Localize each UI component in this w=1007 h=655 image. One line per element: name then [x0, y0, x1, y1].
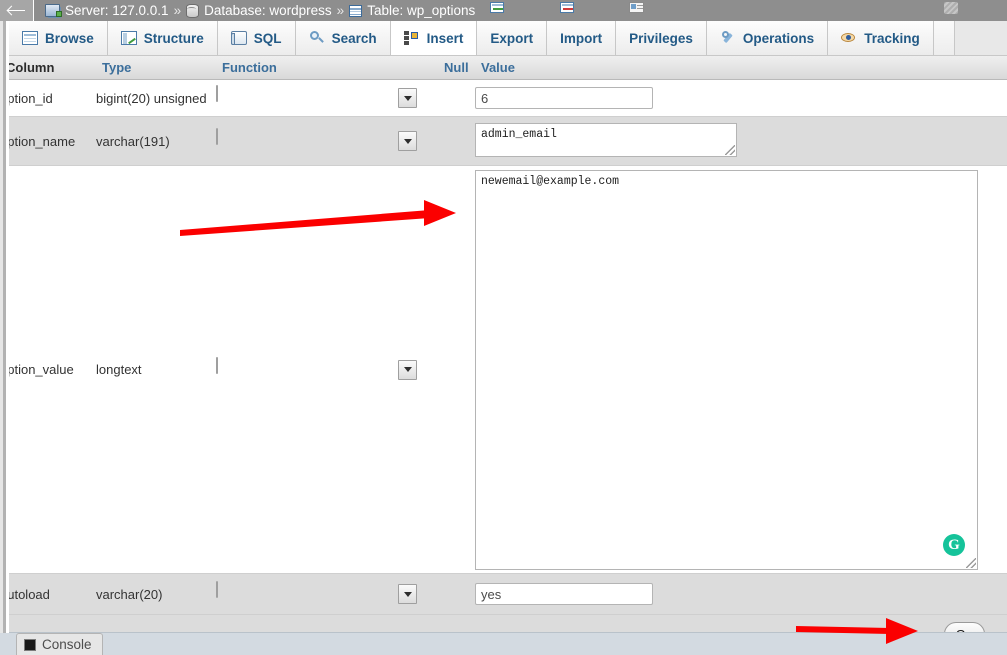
- value-cell-autoload: [475, 573, 1007, 615]
- value-cell-option-value: G: [475, 165, 1007, 574]
- field-name-autoload: autoload: [0, 573, 96, 615]
- value-input-autoload[interactable]: [475, 583, 653, 605]
- null-cell-option-id: [438, 79, 475, 117]
- function-select-option-value[interactable]: [216, 356, 419, 382]
- console-toggle[interactable]: Console: [16, 633, 103, 655]
- value-input-option-id[interactable]: [475, 87, 653, 109]
- field-type-autoload: varchar(20): [96, 573, 216, 615]
- back-arrow-icon: [8, 5, 25, 16]
- breadcrumb-database-label: Database: wordpress: [204, 3, 332, 18]
- breadcrumb: Server: 127.0.0.1 » Database: wordpress …: [34, 3, 475, 18]
- function-select-option-name[interactable]: [216, 128, 419, 153]
- console-icon: [24, 638, 36, 651]
- breadcrumb-separator: »: [173, 3, 182, 18]
- chevron-down-icon[interactable]: [398, 131, 417, 151]
- chevron-down-icon[interactable]: [398, 88, 417, 108]
- tab-operations-label: Operations: [742, 30, 815, 46]
- field-name-option-id: option_id: [0, 79, 96, 117]
- tracking-icon: [841, 30, 857, 46]
- table-row-option-name: option_name varchar(191): [0, 116, 1007, 166]
- table-row-option-value: option_value longtext G: [0, 165, 1007, 574]
- grammarly-icon[interactable]: G: [943, 534, 965, 556]
- header-function[interactable]: Function: [216, 56, 438, 80]
- function-cell-option-id: [216, 79, 438, 117]
- field-name-option-name: option_name: [0, 116, 96, 166]
- tab-triggers: [933, 2, 958, 55]
- chevron-down-icon[interactable]: [398, 359, 417, 380]
- tab-import-label: Import: [560, 30, 603, 46]
- tab-export[interactable]: Export: [477, 2, 548, 55]
- header-column: Column: [0, 56, 96, 80]
- tab-sql[interactable]: SQL: [217, 21, 296, 55]
- operations-icon: [720, 30, 736, 46]
- bottom-strip: [0, 632, 1007, 655]
- tab-export-label: Export: [490, 30, 534, 46]
- browse-icon: [22, 31, 38, 45]
- table-icon: [349, 4, 363, 17]
- tab-import[interactable]: Import: [547, 2, 617, 55]
- header-type[interactable]: Type: [96, 56, 216, 80]
- breadcrumb-item-server[interactable]: Server: 127.0.0.1: [45, 3, 169, 18]
- null-cell-option-name: [438, 116, 475, 166]
- field-name-option-value: option_value: [0, 165, 96, 574]
- tab-operations[interactable]: Operations: [706, 21, 829, 55]
- tab-insert[interactable]: Insert: [390, 21, 478, 55]
- insert-icon: [403, 30, 420, 46]
- database-icon: [186, 3, 200, 18]
- value-cell-option-name: [475, 116, 1007, 166]
- console-label: Console: [42, 637, 92, 652]
- breadcrumb-item-table[interactable]: Table: wp_options: [349, 3, 475, 18]
- back-button[interactable]: [0, 0, 34, 21]
- structure-icon: [120, 31, 137, 45]
- function-cell-autoload: [216, 573, 438, 615]
- table-row-autoload: autoload varchar(20): [0, 573, 1007, 615]
- null-cell-option-value: [438, 165, 475, 574]
- field-type-option-value: longtext: [96, 165, 216, 574]
- search-icon: [309, 30, 325, 46]
- function-select-option-id[interactable]: [216, 85, 419, 110]
- chevron-down-icon[interactable]: [398, 584, 417, 604]
- tab-tracking[interactable]: Tracking: [828, 21, 934, 55]
- tab-tracking-label: Tracking: [864, 30, 920, 46]
- function-cell-option-value: [216, 165, 438, 574]
- tab-structure-label: Structure: [143, 30, 204, 46]
- field-type-option-name: varchar(191): [96, 116, 216, 166]
- tab-search-label: Search: [331, 30, 377, 46]
- main-tab-bar: Browse Structure SQL Search Insert Expor…: [0, 2, 1007, 56]
- field-type-option-id: bigint(20) unsigned: [96, 79, 216, 117]
- table-header-row: Column Type Function Null Value: [0, 56, 1007, 80]
- value-textarea-wrap-option-name: [475, 122, 737, 157]
- value-textarea-option-name[interactable]: [475, 122, 737, 157]
- value-cell-option-id: [475, 79, 1007, 117]
- null-cell-autoload: [438, 573, 475, 615]
- tab-browse-label: Browse: [45, 30, 94, 46]
- tab-privileges[interactable]: Privileges: [616, 2, 707, 55]
- tab-insert-label: Insert: [426, 30, 464, 46]
- breadcrumb-separator-2: »: [336, 3, 345, 18]
- tab-privileges-label: Privileges: [629, 30, 693, 46]
- tab-sql-label: SQL: [253, 30, 282, 46]
- function-select-autoload[interactable]: [216, 581, 419, 606]
- breadcrumb-table-label: Table: wp_options: [367, 3, 476, 18]
- value-textarea-wrap-option-value: G: [475, 170, 978, 570]
- insert-form-table: Column Type Function Null Value option_i…: [0, 56, 1007, 615]
- breadcrumb-item-database[interactable]: Database: wordpress: [186, 3, 332, 18]
- tab-browse[interactable]: Browse: [8, 21, 108, 55]
- server-icon: [45, 4, 62, 17]
- value-textarea-option-value[interactable]: [475, 170, 978, 570]
- sql-icon: [230, 31, 247, 45]
- tab-structure[interactable]: Structure: [107, 21, 218, 55]
- function-cell-option-name: [216, 116, 438, 166]
- table-row-option-id: option_id bigint(20) unsigned: [0, 79, 1007, 117]
- header-null[interactable]: Null: [438, 56, 475, 80]
- breadcrumb-server-label: Server: 127.0.0.1: [65, 3, 169, 18]
- tab-search[interactable]: Search: [295, 21, 391, 55]
- header-value[interactable]: Value: [475, 56, 1007, 80]
